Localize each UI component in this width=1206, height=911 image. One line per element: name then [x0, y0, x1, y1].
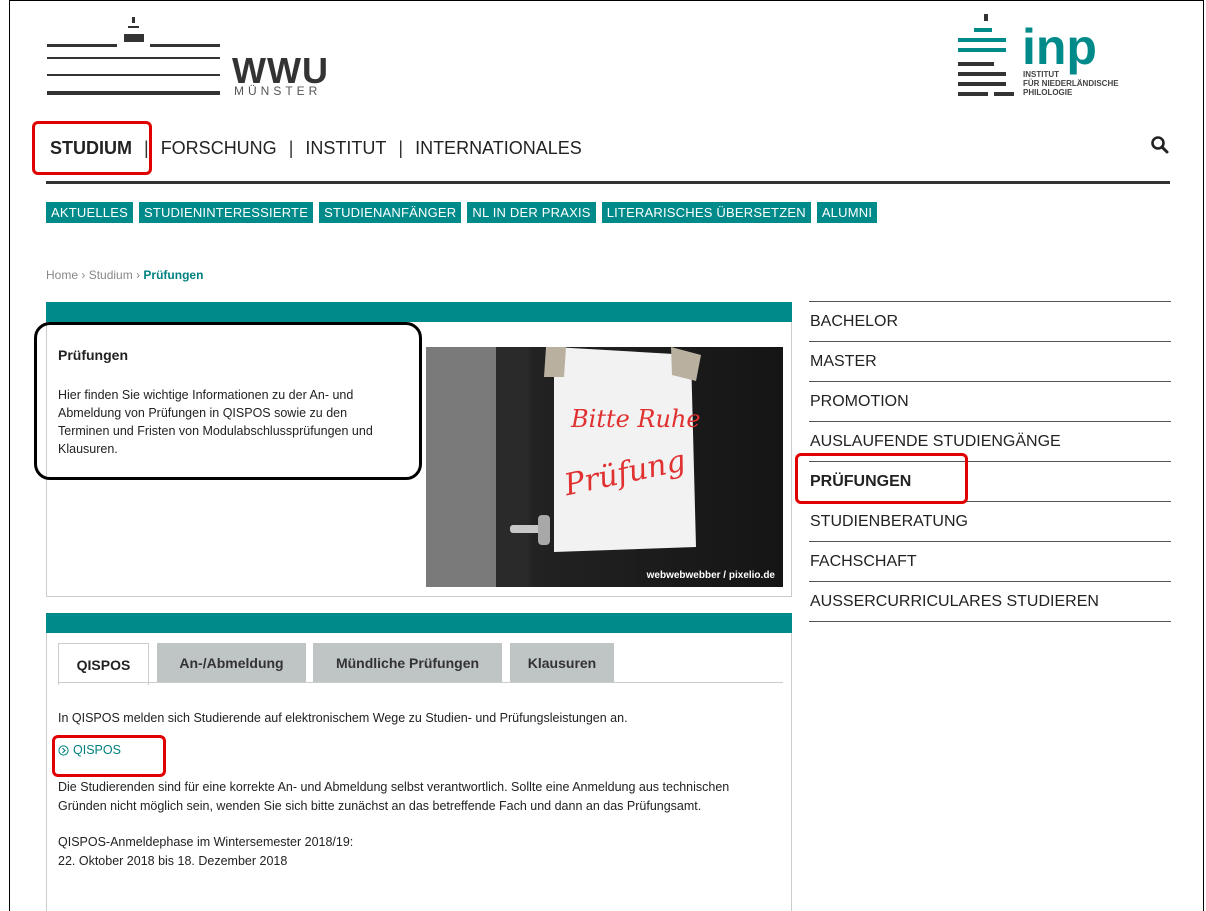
breadcrumb-separator: ›	[81, 268, 86, 282]
nav-separator: |	[288, 138, 294, 158]
inp-wordmark: inp	[1022, 19, 1097, 75]
highlight-box-pruefungen	[795, 453, 968, 504]
door-sign-illustration: Bitte Ruhe Prüfung	[426, 347, 701, 587]
search-icon[interactable]	[1150, 135, 1170, 155]
sub-nav: AKTUELLES STUDIENINTERESSIERTE STUDIENAN…	[46, 202, 878, 223]
highlight-box-qispos-link	[52, 735, 166, 777]
breadcrumb: Home › Studium › Prüfungen	[46, 268, 203, 282]
sidebar-item-fachschaft[interactable]: FACHSCHAFT	[809, 541, 1171, 581]
hero-teal-bar	[46, 302, 792, 322]
tab-an-abmeldung[interactable]: An-/Abmeldung	[157, 643, 306, 683]
sidebar-item-aussercurriculares-studieren[interactable]: AUSSERCURRICULARES STUDIEREN	[809, 581, 1171, 622]
inp-institute-name: INSTITUT FÜR NIEDERLÄNDISCHE PHILOLOGIE	[1023, 70, 1119, 97]
breadcrumb-home[interactable]: Home	[46, 268, 78, 282]
sub-nav-alumni[interactable]: ALUMNI	[816, 202, 878, 223]
sub-nav-studieninteressierte[interactable]: STUDIENINTERESSIERTE	[138, 202, 314, 223]
sidebar-item-promotion[interactable]: PROMOTION	[809, 381, 1171, 421]
qispos-phase-label: QISPOS-Anmeldephase im Wintersemester 20…	[58, 835, 354, 849]
sidebar-item-bachelor[interactable]: BACHELOR	[809, 301, 1171, 341]
qispos-paragraph: Die Studierenden sind für eine korrekte …	[58, 780, 730, 813]
sidebar-item-studienberatung[interactable]: STUDIENBERATUNG	[809, 501, 1171, 541]
photo-sign-line1: Bitte Ruhe	[570, 405, 701, 433]
tab-klausuren[interactable]: Klausuren	[510, 643, 614, 683]
hero-photo: Bitte Ruhe Prüfung webwebwebber / pixeli…	[426, 347, 783, 587]
tab-qispos[interactable]: QISPOS	[58, 643, 149, 685]
tab-panel-teal-bar	[46, 613, 792, 633]
wwu-city: MÜNSTER	[234, 84, 322, 98]
sub-nav-aktuelles[interactable]: AKTUELLES	[46, 202, 133, 223]
tab-muendliche-pruefungen[interactable]: Mündliche Prüfungen	[313, 643, 502, 683]
photo-credit: webwebwebber / pixelio.de	[646, 570, 775, 581]
nav-separator: |	[398, 138, 404, 158]
main-nav-institut[interactable]: INSTITUT	[303, 138, 388, 159]
highlight-box-description	[34, 322, 422, 480]
breadcrumb-studium[interactable]: Studium	[89, 268, 133, 282]
highlight-box-studium	[32, 121, 152, 175]
breadcrumb-current: Prüfungen	[143, 268, 204, 282]
nav-divider	[46, 181, 1170, 184]
qispos-phase-dates: 22. Oktober 2018 bis 18. Dezember 2018	[58, 854, 288, 868]
main-nav-internationales[interactable]: INTERNATIONALES	[413, 138, 584, 159]
qispos-intro: In QISPOS melden sich Studierende auf el…	[58, 711, 628, 725]
sidebar-item-master[interactable]: MASTER	[809, 341, 1171, 381]
tab-baseline	[58, 682, 783, 683]
sub-nav-nl-in-der-praxis[interactable]: NL IN DER PRAXIS	[467, 202, 596, 223]
sub-nav-literarisches-uebersetzen[interactable]: LITERARISCHES ÜBERSETZEN	[601, 202, 811, 223]
main-nav-forschung[interactable]: FORSCHUNG	[159, 138, 279, 159]
breadcrumb-separator: ›	[136, 268, 141, 282]
sub-nav-studienanfaenger[interactable]: STUDIENANFÄNGER	[319, 202, 462, 223]
